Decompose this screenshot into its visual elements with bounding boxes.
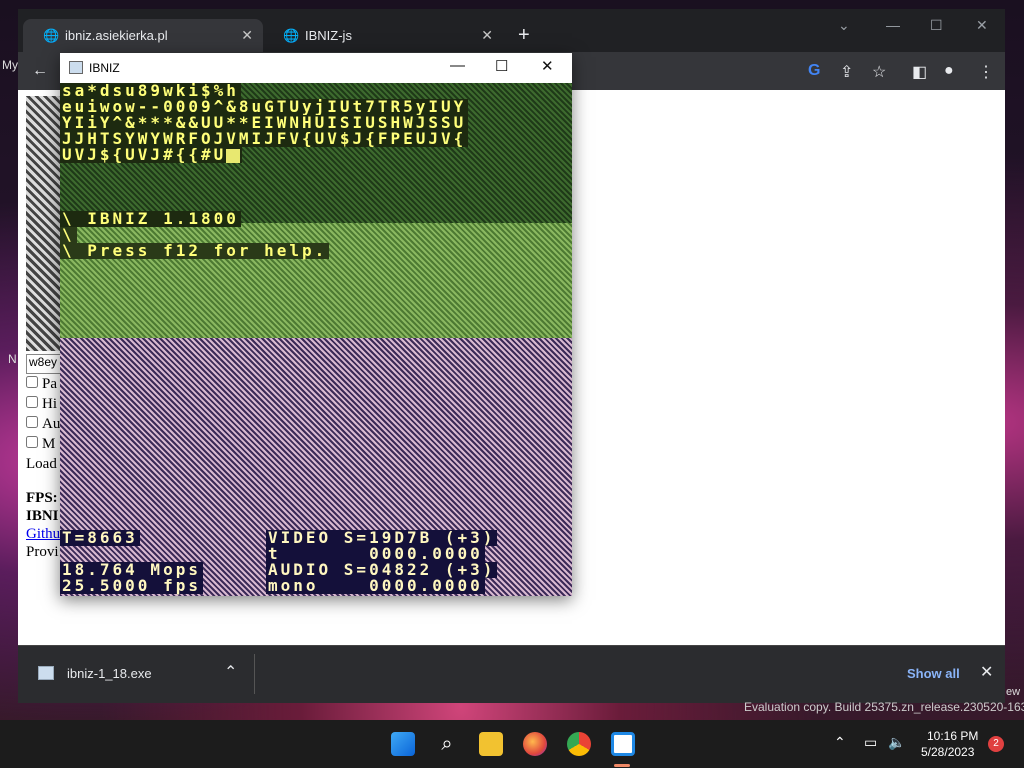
provided-text: Provi xyxy=(26,544,59,560)
chrome-icon[interactable] xyxy=(567,732,591,756)
desktop-edge-text: N xyxy=(8,352,17,366)
ibniz-app-icon[interactable] xyxy=(611,732,635,756)
minimize-button[interactable]: — xyxy=(886,17,900,33)
close-icon[interactable]: ✕ xyxy=(241,27,253,44)
audio-mode: mono 0000.0000 xyxy=(266,576,485,595)
time-counter: T=8663 xyxy=(60,528,140,547)
minimize-button[interactable]: — xyxy=(450,57,465,74)
checkbox-row[interactable]: Pa xyxy=(26,376,57,393)
close-window-button[interactable]: ✕ xyxy=(976,17,988,34)
star-icon[interactable]: ☆ xyxy=(872,62,886,82)
ibniz-canvas-edge xyxy=(26,96,60,351)
desktop-edge-text: ew xyxy=(1006,686,1021,698)
globe-icon: 🌐 xyxy=(283,27,300,43)
downloads-bar: ibniz-1_18.exe ⌃ Show all ✕ xyxy=(18,645,1005,703)
help-hint: \ Press f12 for help. xyxy=(60,241,330,260)
ibniz-titlebar[interactable]: IBNIZ — ☐ ✕ xyxy=(60,53,572,83)
file-explorer-icon[interactable] xyxy=(479,732,503,756)
checkbox-row[interactable]: Hi xyxy=(26,396,57,413)
google-icon[interactable]: G xyxy=(808,62,820,80)
checkbox[interactable] xyxy=(26,396,38,408)
close-icon[interactable]: ✕ xyxy=(481,27,493,44)
profile-icon[interactable]: ● xyxy=(944,62,954,80)
checkbox-row[interactable]: Au xyxy=(26,416,60,433)
show-all-button[interactable]: Show all xyxy=(907,666,960,681)
menu-icon[interactable]: ⋮ xyxy=(978,62,994,82)
back-arrow-icon[interactable]: ← xyxy=(32,62,48,80)
app-icon xyxy=(69,61,83,74)
clock-date[interactable]: 5/28/2023 xyxy=(921,745,974,759)
code-line-text: UVJ${UVJ#{{#U xyxy=(62,145,227,164)
ibniz-window: IBNIZ — ☐ ✕ sa*dsu89wki$%h euiwow--0009^… xyxy=(60,53,572,596)
window-title: IBNIZ xyxy=(89,61,120,75)
checkbox[interactable] xyxy=(26,416,38,428)
evaluation-watermark: Evaluation copy. Build 25375.zn_release.… xyxy=(744,700,1024,714)
maximize-button[interactable]: ☐ xyxy=(930,17,943,34)
active-indicator xyxy=(614,764,630,767)
ibniz-label: IBNI xyxy=(26,508,59,524)
close-icon[interactable]: ✕ xyxy=(980,662,993,682)
clock-time[interactable]: 10:16 PM xyxy=(927,729,978,743)
chevron-up-icon[interactable]: ⌃ xyxy=(834,734,846,751)
tab-title: IBNIZ-js xyxy=(305,28,352,43)
search-icon[interactable]: ⌕ xyxy=(435,732,459,756)
sidepanel-icon[interactable]: ◧ xyxy=(912,62,927,82)
taskbar: ⌕ ⌃ ▭ 🔈 10:16 PM 5/28/2023 xyxy=(0,720,1024,768)
divider xyxy=(254,654,255,694)
code-line-current[interactable]: UVJ${UVJ#{{#U xyxy=(60,145,243,164)
tab-ibniz-site[interactable]: 🌐 ibniz.asiekierka.pl ✕ xyxy=(23,19,263,52)
checkbox[interactable] xyxy=(26,436,38,448)
status-text: Load xyxy=(26,456,57,472)
network-icon[interactable]: ▭ xyxy=(864,734,877,751)
start-icon[interactable] xyxy=(391,732,415,756)
fps-counter: 25.5000 fps xyxy=(60,576,203,595)
new-tab-button[interactable]: + xyxy=(518,24,530,47)
maximize-button[interactable]: ☐ xyxy=(495,57,508,75)
chevron-down-icon[interactable]: ⌄ xyxy=(838,17,850,34)
notification-badge[interactable]: 2 xyxy=(988,736,1004,752)
text-cursor xyxy=(226,148,241,163)
tab-ibniz-js[interactable]: 🌐 IBNIZ-js ✕ xyxy=(263,19,503,52)
tab-title: ibniz.asiekierka.pl xyxy=(65,28,168,43)
chevron-up-icon[interactable]: ⌃ xyxy=(224,662,237,682)
checkbox[interactable] xyxy=(26,376,38,388)
exe-file-icon xyxy=(38,666,54,680)
fps-label: FPS: xyxy=(26,490,58,506)
ibniz-screen[interactable]: sa*dsu89wki$%h euiwow--0009^&8uGTUyjIUt7… xyxy=(60,83,572,596)
close-button[interactable]: ✕ xyxy=(541,57,554,75)
github-link[interactable]: Githu xyxy=(26,526,60,543)
globe-icon: 🌐 xyxy=(43,27,60,43)
volume-icon[interactable]: 🔈 xyxy=(888,734,905,751)
desktop-edge-text: My xyxy=(2,58,18,72)
tab-bar: 🌐 ibniz.asiekierka.pl ✕ 🌐 IBNIZ-js ✕ + ⌄… xyxy=(18,9,1005,52)
version-banner: \ IBNIZ 1.1800 xyxy=(60,209,241,228)
checkbox-row[interactable]: M xyxy=(26,436,55,453)
firefox-icon[interactable] xyxy=(523,732,547,756)
download-filename[interactable]: ibniz-1_18.exe xyxy=(67,666,152,681)
share-icon[interactable]: ⇪ xyxy=(840,62,853,82)
